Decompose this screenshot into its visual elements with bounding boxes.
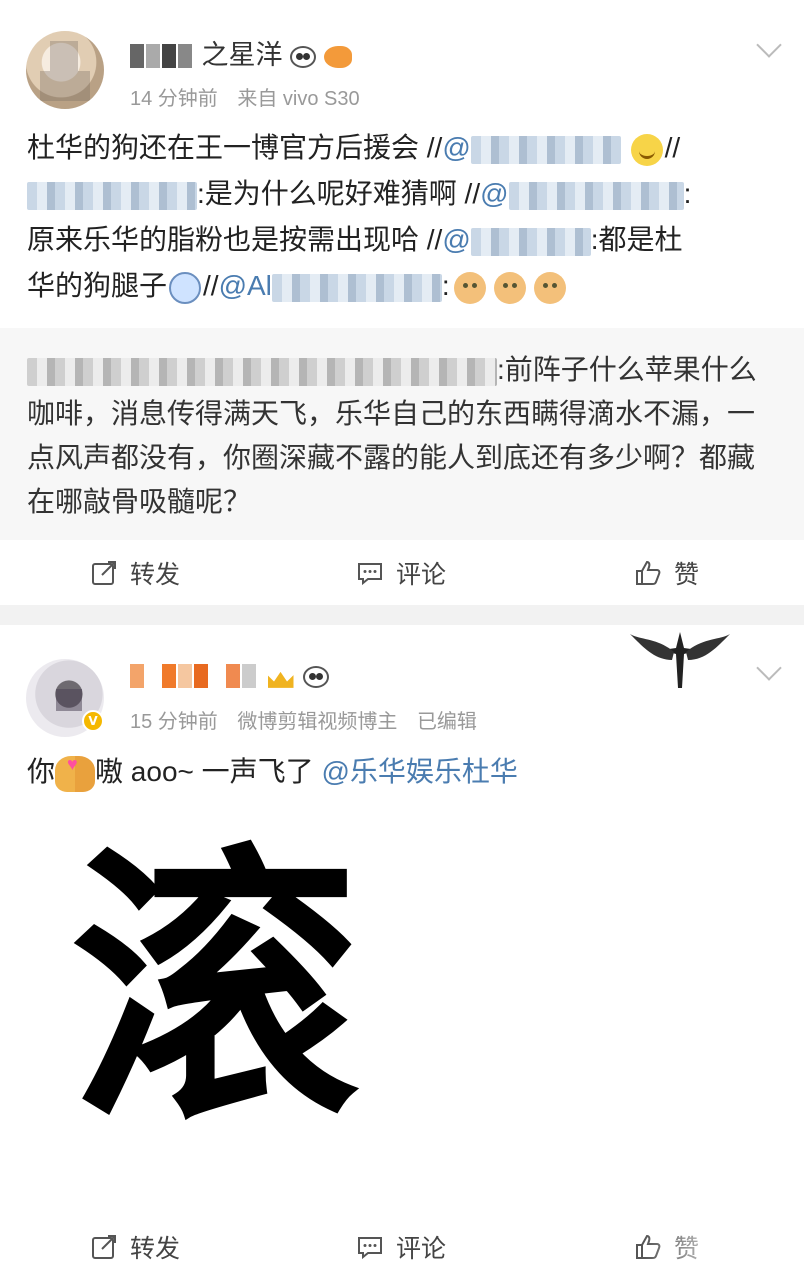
crown-emoji — [266, 664, 296, 690]
mention-link[interactable]: @ — [442, 224, 591, 256]
blurred-name — [271, 273, 442, 302]
mention-link[interactable]: @乐华娱乐杜华 — [321, 756, 517, 787]
blurred-name — [470, 227, 591, 256]
smile-emoji — [630, 133, 663, 166]
repost-label: 转发 — [130, 561, 181, 589]
username[interactable] — [130, 660, 330, 691]
mention-link[interactable]: @ — [480, 178, 684, 210]
username-mosaic — [130, 43, 194, 70]
panda-emoji — [303, 665, 330, 688]
ghost-emoji — [169, 271, 202, 304]
panda-emoji — [290, 45, 317, 68]
username-text: 之星洋 — [201, 40, 283, 70]
repost-icon — [92, 1235, 116, 1259]
image-character: 滚 — [70, 822, 360, 1130]
like-icon — [636, 560, 661, 585]
post-source[interactable]: 来自 vivo S30 — [237, 88, 359, 110]
post-text: 杜华的狗还在王一博官方后援会 //@ // :是为什么呢好难猜啊 //@: 原来… — [27, 125, 777, 309]
fade-overlay — [644, 1222, 804, 1272]
edited-label: 已编辑 — [416, 711, 477, 733]
dog-emoji — [533, 271, 566, 304]
chevron-down-icon[interactable] — [756, 32, 782, 58]
post-meta: 15 分钟前 微博剪辑视频博主 已编辑 — [130, 705, 491, 734]
text-segment: 杜华的狗还在王一博官方后援会 // — [27, 132, 443, 163]
blurred-name — [27, 181, 197, 210]
blurred-name — [470, 135, 621, 164]
quoted-text: :前阵子什么苹果什么咖啡，消息传得满天飞，乐华自己的东西瞒得滴水不漏，一点风声都… — [27, 354, 757, 517]
like-label: 赞 — [674, 561, 700, 589]
post-meta: 14 分钟前 来自 vivo S30 — [130, 82, 374, 111]
repost-icon — [92, 561, 116, 585]
action-bar: 转发 评论 赞 — [0, 540, 804, 606]
post-source[interactable]: 微博剪辑视频博主 — [237, 711, 397, 733]
verified-icon: V — [82, 710, 104, 732]
post-image[interactable]: 滚 — [60, 820, 370, 1130]
blurred-name — [508, 181, 684, 210]
comment-button[interactable]: 评论 — [356, 540, 446, 606]
comment-icon — [358, 563, 382, 586]
post-time: 14 分钟前 — [130, 88, 218, 110]
mention-link[interactable]: @Al — [219, 270, 442, 302]
username-mosaic — [130, 663, 258, 690]
comment-label: 评论 — [396, 1235, 447, 1263]
dog-emoji — [493, 271, 526, 304]
mention-link[interactable] — [27, 178, 197, 210]
cross-wings-icon — [630, 632, 730, 688]
text-segment: :都是杜 — [590, 224, 683, 255]
blurred-name — [27, 357, 497, 386]
repost-button[interactable]: 转发 — [90, 540, 180, 606]
post-text: 你嗷 aoo~ 一声飞了 @乐华娱乐杜华 — [27, 744, 518, 792]
kiss-emoji — [55, 744, 96, 792]
avatar[interactable] — [26, 31, 104, 109]
weibo-post-1: 之星洋 14 分钟前 来自 vivo S30 杜华的狗还在王一博官方后援会 //… — [0, 0, 804, 605]
original-post-quote[interactable]: :前阵子什么苹果什么咖啡，消息传得满天飞，乐华自己的东西瞒得滴水不漏，一点风声都… — [0, 328, 804, 540]
fish-emoji — [323, 45, 352, 68]
comment-button[interactable]: 评论 — [356, 1214, 446, 1280]
text-segment: : — [683, 178, 692, 209]
like-button[interactable]: 赞 — [634, 540, 699, 606]
text-segment: 华的狗腿子 — [27, 270, 168, 301]
repost-button[interactable]: 转发 — [90, 1214, 180, 1280]
mention-link[interactable]: @ — [442, 132, 621, 164]
text-segment: :是为什么呢好难猜啊 // — [197, 178, 481, 209]
repost-label: 转发 — [130, 1235, 181, 1263]
comment-icon — [358, 1237, 382, 1260]
username[interactable]: 之星洋 — [130, 33, 352, 72]
dog-emoji — [453, 271, 486, 304]
comment-label: 评论 — [396, 561, 447, 589]
text-segment: 原来乐华的脂粉也是按需出现哈 // — [27, 224, 443, 255]
post-time: 15 分钟前 — [130, 711, 218, 733]
